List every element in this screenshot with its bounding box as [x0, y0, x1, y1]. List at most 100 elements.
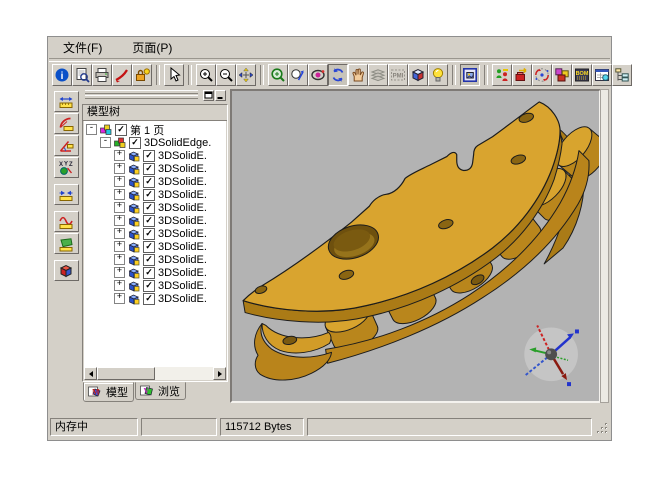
toolbar-button-cube-stack[interactable] [552, 64, 572, 86]
tree-item[interactable]: +✓3DSolidE. [84, 188, 226, 201]
expander-icon[interactable]: + [114, 267, 125, 278]
tree-item[interactable]: +✓3DSolidE. [84, 279, 226, 292]
checkbox[interactable]: ✓ [143, 176, 155, 188]
toolbar-button-zoom-out[interactable] [216, 64, 236, 86]
expander-icon[interactable]: + [114, 254, 125, 265]
toolbar-button-dynamic-zoom[interactable] [288, 64, 308, 86]
panel-grip[interactable] [85, 95, 198, 99]
expander-icon[interactable]: + [114, 215, 125, 226]
tree-item[interactable]: +✓3DSolidE. [84, 240, 226, 253]
tab-browse[interactable]: V浏览 [135, 382, 186, 400]
checkbox[interactable]: ✓ [115, 124, 127, 136]
toolbar-separator [484, 65, 488, 85]
checkbox[interactable]: ✓ [143, 280, 155, 292]
3d-viewport[interactable] [230, 89, 601, 403]
tree-item[interactable]: +✓3DSolidE. [84, 201, 226, 214]
toolbar-button-zoom-in[interactable] [196, 64, 216, 86]
toolbar-button-measure-area[interactable] [54, 233, 79, 254]
checkbox[interactable]: ✓ [143, 163, 155, 175]
measure-angle-icon [58, 138, 74, 154]
tree-item[interactable]: +✓3DSolidE. [84, 175, 226, 188]
scroll-left-button[interactable] [84, 367, 97, 380]
toolbar-button-refresh[interactable] [328, 64, 348, 86]
toolbar-button-measure-distance[interactable] [54, 91, 79, 112]
checkbox[interactable]: ✓ [143, 241, 155, 253]
checkbox[interactable]: ✓ [129, 137, 141, 149]
checkbox[interactable]: ✓ [143, 267, 155, 279]
toolbar-button-pan-arrows[interactable] [236, 64, 256, 86]
tree-item[interactable]: +✓3DSolidE. [84, 266, 226, 279]
toolbar-button-print-preview[interactable] [72, 64, 92, 86]
orientation-ball[interactable] [524, 325, 579, 386]
panel-grip[interactable] [85, 90, 198, 94]
checkbox[interactable]: ✓ [143, 202, 155, 214]
toolbar-button-stamp-lock[interactable] [132, 64, 152, 86]
float-icon [204, 91, 213, 100]
expander-icon[interactable]: + [114, 189, 125, 200]
tree-item[interactable]: +✓3DSolidE. [84, 227, 226, 240]
toolbar-button-measure-angle[interactable] [54, 135, 79, 156]
tree-item[interactable]: +✓3DSolidE. [84, 162, 226, 175]
tree-item[interactable]: -✓3DSolidEdge. [84, 136, 226, 149]
expander-icon[interactable]: + [114, 241, 125, 252]
toolbar-button-print[interactable] [92, 64, 112, 86]
toolbar-button-measure-radius[interactable] [54, 113, 79, 134]
menu-bar: 文件(F) 页面(P) [48, 37, 611, 58]
toolbar-button-select-cursor[interactable] [164, 64, 184, 86]
toolbar-button-section-tool[interactable] [512, 64, 532, 86]
toolbar-button-tree-view[interactable] [612, 64, 632, 86]
resize-grip[interactable] [595, 418, 609, 436]
toolbar-button-rotate-axis[interactable] [532, 64, 552, 86]
expander-icon[interactable]: - [100, 137, 111, 148]
part-icon [128, 293, 141, 305]
scroll-right-button[interactable] [213, 367, 226, 380]
toolbar-button-zoom-window[interactable] [268, 64, 288, 86]
toolbar-button-measure-curve[interactable] [54, 211, 79, 232]
panel-titlebar[interactable] [84, 90, 226, 102]
menu-item-file[interactable]: 文件(F) [61, 38, 104, 57]
toolbar-button-view-cube[interactable] [408, 64, 428, 86]
toolbar-button-orbit[interactable] [308, 64, 328, 86]
expander-icon[interactable]: + [114, 163, 125, 174]
expander-icon[interactable]: + [114, 280, 125, 291]
tree-item[interactable]: +✓3DSolidE. [84, 292, 226, 305]
tab-label: 浏览 [158, 383, 180, 399]
menu-item-page[interactable]: 页面(P) [130, 38, 174, 57]
tree-item[interactable]: +✓3DSolidE. [84, 149, 226, 162]
toolbar-button-info[interactable]: i [52, 64, 72, 86]
checkbox[interactable]: ✓ [143, 293, 155, 305]
checkbox[interactable]: ✓ [143, 228, 155, 240]
panel-float-button[interactable] [203, 90, 214, 101]
checkbox[interactable]: ✓ [143, 215, 155, 227]
part-icon [128, 228, 141, 240]
toolbar-button-frame-view[interactable] [460, 64, 480, 86]
toolbar-button-light-bulb[interactable] [428, 64, 448, 86]
expander-icon[interactable]: - [86, 124, 97, 135]
checkbox[interactable]: ✓ [143, 254, 155, 266]
tab-model[interactable]: M模型 [83, 382, 134, 402]
tree-item[interactable]: -✓第 1 页 [84, 123, 226, 136]
expander-icon[interactable]: + [114, 150, 125, 161]
toolbar-button-hand-pan[interactable] [348, 64, 368, 86]
toolbar-button-report-view[interactable] [592, 64, 612, 86]
tree-hscrollbar[interactable] [84, 367, 226, 380]
toolbar-button-measure-volume[interactable] [54, 260, 79, 281]
toolbar-button-bom[interactable]: BOM [572, 64, 592, 86]
right-scroll-strip[interactable] [600, 89, 609, 403]
checkbox[interactable]: ✓ [143, 150, 155, 162]
expander-icon[interactable]: + [114, 293, 125, 304]
scroll-thumb[interactable] [97, 367, 155, 380]
expander-icon[interactable]: + [114, 228, 125, 239]
main-toolbar: iPMIBOM [50, 62, 609, 87]
checkbox[interactable]: ✓ [143, 189, 155, 201]
toolbar-button-measure-gap[interactable] [54, 184, 79, 205]
desktop: 文件(F) 页面(P) iPMIBOM XYZ [0, 0, 660, 477]
tree-item[interactable]: +✓3DSolidE. [84, 253, 226, 266]
tree-item[interactable]: +✓3DSolidE. [84, 214, 226, 227]
toolbar-button-measure-coordinate[interactable]: XYZ [54, 157, 79, 178]
panel-hide-button[interactable] [215, 90, 226, 101]
toolbar-button-markup-pen[interactable] [112, 64, 132, 86]
toolbar-button-assembly-tools[interactable] [492, 64, 512, 86]
expander-icon[interactable]: + [114, 202, 125, 213]
expander-icon[interactable]: + [114, 176, 125, 187]
